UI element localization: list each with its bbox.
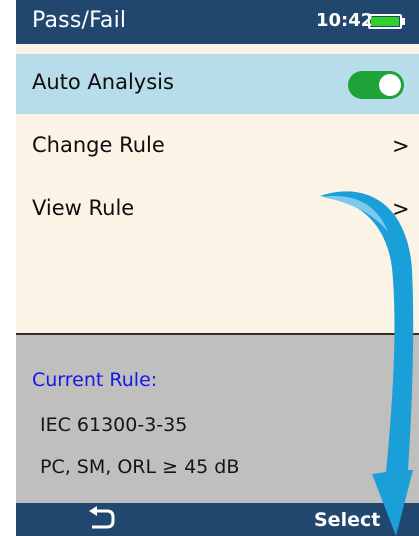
screen-title: Pass/Fail (32, 8, 127, 33)
menu-item-view-rule[interactable]: View Rule > (16, 180, 419, 240)
device-screen: Pass/Fail 10:42 Auto Analysis Change Rul… (16, 0, 419, 536)
menu-item-label: View Rule (32, 196, 135, 220)
battery-tip (402, 18, 405, 25)
menu-item-auto-analysis[interactable]: Auto Analysis (16, 54, 419, 114)
back-button[interactable] (80, 505, 120, 535)
toggle-knob (379, 74, 401, 96)
menu-item-label: Change Rule (32, 133, 165, 157)
current-rule-standard: IEC 61300-3-35 (40, 414, 188, 436)
current-rule-panel: Current Rule: IEC 61300-3-35 PC, SM, ORL… (16, 333, 419, 503)
return-arrow-icon (89, 506, 115, 529)
status-bar: Pass/Fail 10:42 (16, 0, 419, 44)
menu-item-change-rule[interactable]: Change Rule > (16, 117, 419, 177)
select-softkey[interactable]: Select (314, 509, 380, 531)
softkey-bar: Select (16, 503, 419, 536)
battery-icon (368, 14, 402, 29)
chevron-right-icon: > (392, 134, 410, 158)
current-rule-header: Current Rule: (32, 369, 158, 391)
chevron-right-icon: > (392, 197, 410, 221)
battery-level (371, 17, 399, 26)
clock: 10:42 (316, 10, 374, 31)
menu-item-label: Auto Analysis (32, 70, 174, 94)
auto-analysis-toggle[interactable] (348, 71, 404, 99)
current-rule-criteria: PC, SM, ORL ≥ 45 dB (40, 456, 240, 478)
